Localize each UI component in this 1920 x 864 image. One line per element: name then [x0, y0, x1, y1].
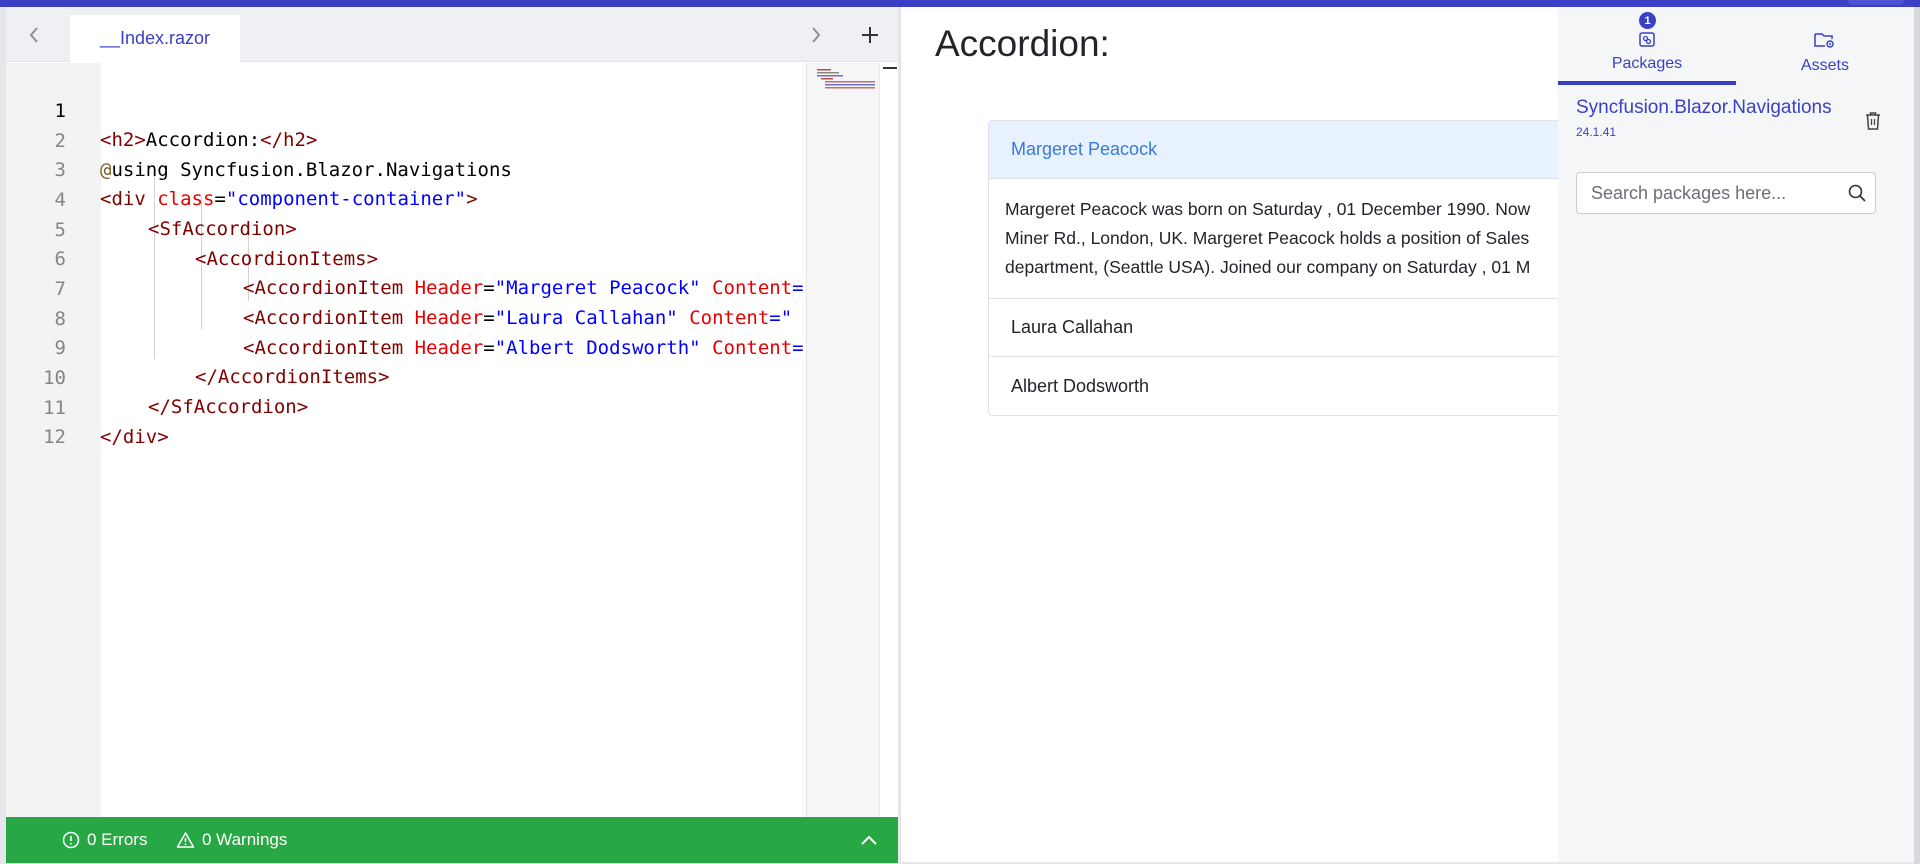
chevron-left-icon[interactable] [6, 7, 62, 62]
minimap-slider[interactable] [807, 63, 879, 817]
warnings-indicator[interactable]: 0 Warnings [176, 817, 287, 863]
trash-icon[interactable] [1864, 111, 1882, 136]
minimap-preview [817, 69, 875, 89]
chevron-right-icon[interactable] [788, 7, 844, 62]
window-right-edge [1914, 7, 1920, 864]
warning-triangle-icon [176, 832, 195, 848]
tab-packages-label: Packages [1611, 55, 1683, 72]
accordion-header-label: Margeret Peacock [1011, 139, 1158, 159]
package-version: 24.1.41 [1576, 125, 1617, 139]
package-name[interactable]: Syncfusion.Blazor.Navigations [1576, 97, 1832, 119]
preview-pane: Accordion: Margeret Peacock Margeret Pea… [900, 7, 1558, 862]
code-minimap[interactable] [806, 63, 879, 817]
warnings-count: 0 Warnings [202, 830, 288, 849]
accordion-content-line: Miner Rd., London, UK. Margeret Peacock … [1005, 228, 1530, 248]
tab-index-razor[interactable]: __Index.razor [70, 15, 240, 62]
package-icon [1639, 32, 1655, 47]
accordion-content-line: Margeret Peacock was born on Saturday , … [1005, 199, 1531, 219]
top-accent-bar [0, 0, 1920, 7]
accordion-content-line: department, (Seattle USA). Joined our co… [1005, 257, 1531, 277]
code-line-3: 3 <div class="component-container"> [54, 158, 478, 211]
plus-icon[interactable] [842, 7, 898, 62]
folder-settings-icon [1814, 33, 1834, 48]
accordion-header-label: Albert Dodsworth [1011, 375, 1150, 396]
code-line-1: 1 <h2>Accordion:</h2> [54, 99, 318, 152]
code-line-6: 6 <AccordionItem Header="Margeret Peacoc… [54, 247, 816, 300]
package-search-box [1576, 172, 1876, 214]
packages-count-badge: 1 [1639, 12, 1656, 29]
side-panel: Packages 1 Assets Syncfusion.Blazor.Navi… [1558, 7, 1914, 862]
accordion-header-label: Laura Callahan [1011, 317, 1134, 337]
code-line-10: 10 </SfAccordion> [43, 366, 309, 419]
accordion: Margeret Peacock Margeret Peacock was bo… [988, 120, 1558, 416]
tab-assets-label: Assets [1800, 57, 1849, 74]
code-line-7: 7 <AccordionItem Header="Laura Callahan"… [54, 277, 793, 330]
preview-heading: Accordion: [935, 23, 1110, 64]
top-bar-button[interactable] [1848, 0, 1904, 5]
code-line-12: 12 [43, 425, 66, 448]
accordion-header-albert-dodsworth[interactable]: Albert Dodsworth [989, 357, 1558, 415]
code-editor-pane: __Index.razor 1 <h2>Accordion:</h2> 2 @u… [6, 7, 898, 863]
scrollbar-thumb[interactable] [883, 67, 897, 69]
code-line-8: 8 <AccordionItem Header="Albert Dodswort… [54, 307, 816, 360]
accordion-header-laura-callahan[interactable]: Laura Callahan [989, 299, 1558, 357]
editor-tab-bar: __Index.razor [6, 7, 898, 62]
code-line-5: 5 <AccordionItems> [54, 218, 379, 271]
vertical-scrollbar[interactable] [879, 63, 898, 817]
accordion-header-margeret-peacock[interactable]: Margeret Peacock [989, 121, 1558, 179]
package-search-input[interactable] [1591, 173, 1841, 213]
code-line-11: 11 </div> [43, 396, 169, 449]
chevron-up-icon[interactable] [860, 817, 878, 863]
status-bar: 0 Errors 0 Warnings [6, 817, 898, 863]
errors-indicator[interactable]: 0 Errors [62, 817, 147, 863]
errors-count: 0 Errors [87, 830, 148, 849]
tab-assets[interactable]: Assets [1736, 7, 1914, 85]
code-text-area[interactable]: 1 <h2>Accordion:</h2> 2 @using Syncfusio… [6, 63, 816, 817]
error-circle-icon [62, 831, 80, 849]
code-line-9: 9 </AccordionItems> [54, 336, 390, 389]
search-icon[interactable] [1847, 183, 1867, 208]
tab-label: __Index.razor [99, 28, 211, 48]
code-line-4: 4 <SfAccordion> [54, 188, 297, 241]
app-window: __Index.razor 1 <h2>Accordion:</h2> 2 @u… [0, 0, 1920, 864]
code-line-2: 2 @using Syncfusion.Blazor.Navigations [54, 129, 512, 182]
accordion-content: Margeret Peacock was born on Saturday , … [989, 179, 1558, 299]
